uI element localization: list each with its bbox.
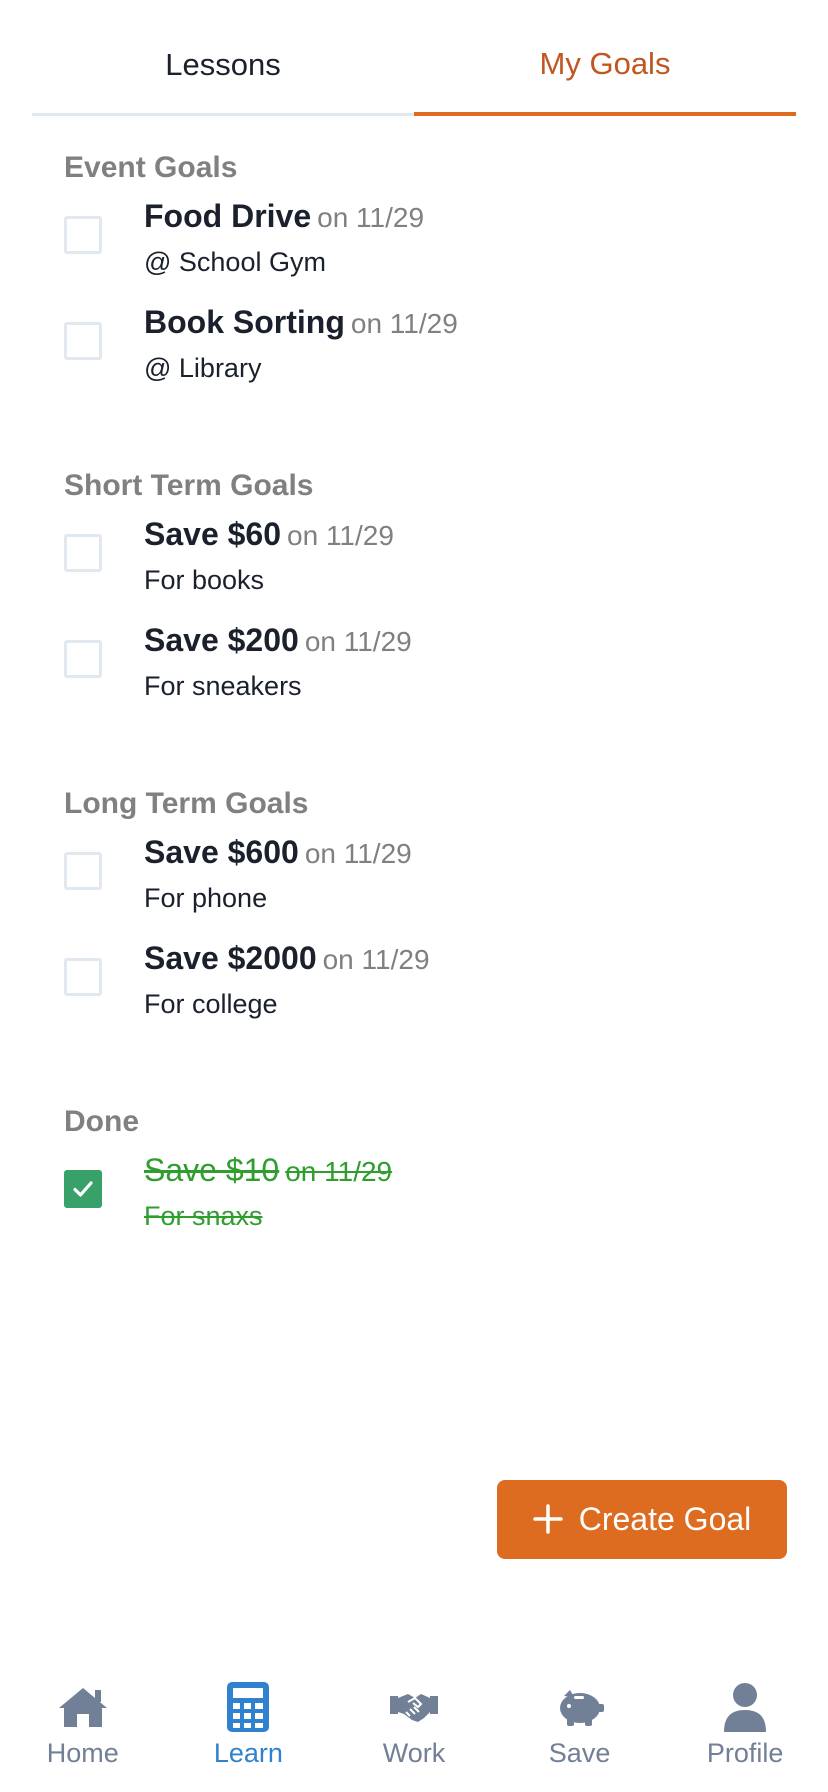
tab-lessons[interactable]: Lessons (32, 0, 414, 116)
nav-label: Save (548, 1738, 611, 1768)
create-goal-label: Create Goal (578, 1501, 752, 1537)
section-title: Short Term Goals (64, 469, 314, 502)
goal-title: Save $600 (144, 834, 299, 870)
goal-subtitle: For snaxs (144, 1201, 263, 1231)
goal-subtitle: @ School Gym (144, 247, 326, 277)
done-section: Done Save $10 on 11/29 For snaxs (64, 1102, 796, 1248)
nav-work[interactable]: Work (344, 1670, 484, 1792)
goal-title: Book Sorting (144, 304, 345, 340)
goal-checkbox[interactable] (64, 322, 102, 360)
section-title: Long Term Goals (64, 787, 309, 820)
goal-date: on 11/29 (285, 1156, 393, 1187)
goal-subtitle: For phone (144, 883, 268, 913)
nav-learn[interactable]: Learn (178, 1670, 318, 1792)
goal-checkbox[interactable] (64, 852, 102, 890)
goal-checkbox-checked[interactable] (64, 1170, 102, 1208)
checkmark-icon (73, 1181, 93, 1197)
plus-icon (532, 1498, 563, 1542)
goal-item: Food Drive on 11/29 @ School Gym (64, 188, 796, 294)
goal-checkbox[interactable] (64, 958, 102, 996)
goal-title: Save $200 (144, 622, 299, 658)
goal-subtitle: For college (144, 989, 278, 1019)
user-icon (719, 1682, 771, 1732)
event-goals-section: Event Goals Food Drive on 11/29 @ School … (64, 148, 796, 400)
goal-item-done: Save $10 on 11/29 For snaxs (64, 1142, 796, 1248)
goal-item: Save $200 on 11/29 For sneakers (64, 612, 796, 718)
goal-date: on 11/29 (322, 944, 430, 975)
calculator-icon (222, 1682, 274, 1732)
home-icon (57, 1682, 109, 1732)
goal-title: Save $10 (144, 1152, 280, 1188)
long-term-goals-section: Long Term Goals Save $600 on 11/29 For ph… (64, 784, 796, 1036)
bottom-nav: Home Learn Work Save Profile (0, 1670, 828, 1792)
tab-bar: Lessons My Goals (32, 0, 796, 116)
goal-subtitle: For books (144, 565, 265, 595)
goal-checkbox[interactable] (64, 534, 102, 572)
create-goal-button[interactable]: Create Goal (497, 1480, 787, 1559)
goal-item: Save $600 on 11/29 For phone (64, 824, 796, 930)
goal-checkbox[interactable] (64, 216, 102, 254)
goal-checkbox[interactable] (64, 640, 102, 678)
section-title: Event Goals (64, 151, 238, 184)
goal-date: on 11/29 (317, 202, 425, 233)
goal-title: Food Drive (144, 198, 312, 234)
goal-item: Save $60 on 11/29 For books (64, 506, 796, 612)
goal-date: on 11/29 (304, 838, 412, 869)
piggy-bank-icon (554, 1682, 606, 1732)
tab-my-goals[interactable]: My Goals (414, 0, 796, 116)
goal-subtitle: @ Library (144, 353, 262, 383)
nav-profile[interactable]: Profile (675, 1670, 815, 1792)
goals-list: Event Goals Food Drive on 11/29 @ School … (64, 116, 796, 1248)
goal-title: Save $2000 (144, 940, 317, 976)
goal-date: on 11/29 (350, 308, 458, 339)
goal-subtitle: For sneakers (144, 671, 302, 701)
handshake-icon (388, 1682, 440, 1732)
goal-date: on 11/29 (304, 626, 412, 657)
goal-date: on 11/29 (287, 520, 394, 551)
goal-title: Save $60 (144, 516, 282, 552)
nav-label: Profile (706, 1738, 784, 1768)
goal-item: Save $2000 on 11/29 For college (64, 930, 796, 1036)
nav-save[interactable]: Save (510, 1670, 650, 1792)
short-term-goals-section: Short Term Goals Save $60 on 11/29 For bo… (64, 466, 796, 718)
nav-label: Work (382, 1738, 446, 1768)
nav-label: Home (46, 1738, 119, 1768)
nav-home[interactable]: Home (13, 1670, 153, 1792)
goal-item: Book Sorting on 11/29 @ Library (64, 294, 796, 400)
nav-label: Learn (213, 1738, 283, 1768)
section-title: Done (64, 1105, 139, 1138)
